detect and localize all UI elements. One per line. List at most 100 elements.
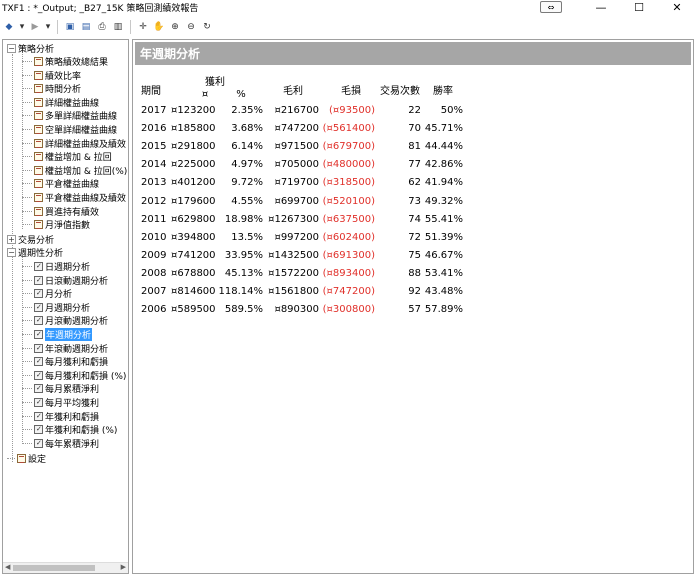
tree-root-settings[interactable]: 設定 <box>7 452 46 465</box>
tree-item-strategy[interactable]: 績效比率 <box>22 69 81 82</box>
tree-connector <box>22 156 32 158</box>
preview-button[interactable]: ▥ <box>111 20 125 34</box>
cell-loss: (¤318500) <box>322 177 375 189</box>
tree-connector <box>22 374 32 376</box>
tree-label: 年獲利和虧損 (%) <box>45 426 118 437</box>
cell-gross: ¤1572200 <box>268 267 319 279</box>
cell-year: 2007 <box>141 286 167 297</box>
print-button[interactable]: ⎙ <box>95 20 109 34</box>
cell-profit: ¤814600 <box>171 286 216 297</box>
tree-item-period[interactable]: 月分析 <box>22 287 72 300</box>
restore-layout-button[interactable]: ⇔ <box>540 1 562 13</box>
cell-loss: (¤300800) <box>322 304 375 316</box>
maximize-button[interactable]: ☐ <box>620 0 658 15</box>
toolbar: ◆ ▾ ▶ ▾ ▣ ▤ ⎙ ▥ ✛ ✋ ⊕ ⊖ ↻ <box>0 17 696 36</box>
tree-item-period[interactable]: 每月獲利和虧損 (%) <box>22 369 126 382</box>
collapse-icon[interactable]: − <box>7 44 16 53</box>
tree-connector <box>22 115 32 117</box>
cell-loss: (¤93500) <box>329 105 375 116</box>
close-button[interactable]: ✕ <box>658 0 696 15</box>
cell-profit: ¤394800 <box>171 231 216 243</box>
report-title: 年週期分析 <box>135 42 691 65</box>
tree-item-strategy[interactable]: 月淨值指數 <box>22 218 90 231</box>
tree-item-period[interactable]: 日週期分析 <box>22 260 90 273</box>
tree-label: 年獲利和虧損 <box>45 412 100 423</box>
cell-win: 51.39% <box>424 231 463 243</box>
tree-item-strategy[interactable]: 時間分析 <box>22 82 81 95</box>
tree-item-strategy[interactable]: 權益增加 & 拉回 <box>22 150 112 163</box>
tree-item-strategy[interactable]: 平倉權益曲線 <box>22 177 99 190</box>
tree-item-period[interactable]: 月週期分析 <box>22 301 90 314</box>
tree-item-strategy[interactable]: 平倉權益曲線及績效 <box>22 191 126 204</box>
scroll-right-icon[interactable]: ▶ <box>121 563 126 571</box>
tree-horizontal-scrollbar[interactable]: ◀ ▶ <box>3 562 128 573</box>
tree-item-strategy[interactable]: 多單詳細權益曲線 <box>22 109 117 122</box>
cell-year: 2017 <box>141 105 167 116</box>
tree-root-period[interactable]: − 週期性分析 <box>7 246 63 259</box>
title-bar: TXF1 : *_Output; _B27_15K 策略回測績效報告 ⇔ — ☐… <box>0 0 696 15</box>
tree-root-trade[interactable]: + 交易分析 <box>7 233 54 246</box>
tree-connector <box>22 142 32 144</box>
tree-item-period[interactable]: 年週期分析 <box>22 328 93 341</box>
save-button[interactable]: ▣ <box>63 20 77 34</box>
crosshair-button[interactable]: ✛ <box>136 20 150 34</box>
cell-win: 50% <box>440 105 463 116</box>
scroll-left-icon[interactable]: ◀ <box>5 563 10 571</box>
tree-item-strategy[interactable]: 詳細權益曲線 <box>22 96 99 109</box>
tree-label: 權益增加 & 拉回 <box>45 153 112 164</box>
tree-item-period[interactable]: 年獲利和虧損 <box>22 410 99 423</box>
zoom-in-button[interactable]: ⊕ <box>168 20 182 34</box>
scrollbar-thumb[interactable] <box>13 565 95 571</box>
tree-label: 平倉權益曲線及績效 <box>45 194 127 204</box>
tree-item-strategy[interactable]: 權益增加 & 拉回(%) <box>22 164 127 177</box>
tree-label: 月淨值指數 <box>45 221 91 232</box>
tree-item-strategy[interactable]: 空單詳細權益曲線 <box>22 123 117 136</box>
cell-trades: 74 <box>408 213 421 225</box>
cell-gross: ¤216700 <box>274 105 319 116</box>
report-check-icon <box>34 343 43 353</box>
tree-item-strategy[interactable]: 策略績效總結果 <box>22 55 108 68</box>
cell-gross: ¤997200 <box>274 231 319 243</box>
zoom-out-button[interactable]: ⊖ <box>184 20 198 34</box>
minimize-button[interactable]: — <box>582 0 620 15</box>
tree-item-period[interactable]: 日滾動週期分析 <box>22 274 108 287</box>
tree-label: 買進持有績效 <box>45 207 100 218</box>
tree-label: 時間分析 <box>45 85 82 96</box>
tree-item-period[interactable]: 月滾動週期分析 <box>22 314 108 327</box>
cell-loss: (¤480000) <box>322 159 375 171</box>
tree-connector <box>22 74 32 76</box>
hand-button[interactable]: ✋ <box>152 20 166 34</box>
forward-button[interactable]: ▶ <box>28 20 42 34</box>
back-icon: ◆ <box>5 21 13 32</box>
reset-icon: ↻ <box>203 21 211 32</box>
tree-connector <box>22 224 32 226</box>
expand-icon[interactable]: + <box>7 235 16 244</box>
reset-view-button[interactable]: ↻ <box>200 20 214 34</box>
tree-item-strategy[interactable]: 買進持有績效 <box>22 205 99 218</box>
tree-item-period[interactable]: 每月獲利和虧損 <box>22 355 108 368</box>
cell-loss: (¤691300) <box>322 249 375 261</box>
back-dropdown[interactable]: ▾ <box>18 20 26 34</box>
back-button[interactable]: ◆ <box>2 20 16 34</box>
tree-item-period[interactable]: 年滾動週期分析 <box>22 342 108 355</box>
cell-pct: 4.55% <box>231 195 263 207</box>
tree-connector <box>22 279 32 281</box>
tree-item-period[interactable]: 每月累積淨利 <box>22 382 99 395</box>
tree-item-strategy[interactable]: 詳細權益曲線及績效 <box>22 137 126 150</box>
close-icon: ✕ <box>672 1 682 14</box>
forward-dropdown[interactable]: ▾ <box>44 20 52 34</box>
collapse-icon[interactable]: − <box>7 248 16 257</box>
tree-root-strategy[interactable]: − 策略分析 <box>7 42 54 55</box>
header-win-rate: 勝率 <box>433 86 453 97</box>
tree-item-period[interactable]: 年獲利和虧損 (%) <box>22 423 117 436</box>
tree-item-period[interactable]: 每月平均獲利 <box>22 396 99 409</box>
hand-icon: ✋ <box>153 21 165 32</box>
tree-connector <box>22 415 32 417</box>
report-page-icon <box>34 206 43 216</box>
copy-icon: ▤ <box>81 21 91 32</box>
zoom-out-icon: ⊖ <box>187 21 195 32</box>
tree-item-period[interactable]: 每年累積淨利 <box>22 437 99 450</box>
cell-profit: ¤123200 <box>171 105 216 116</box>
cell-year: 2014 <box>141 159 167 171</box>
copy-button[interactable]: ▤ <box>79 20 93 34</box>
